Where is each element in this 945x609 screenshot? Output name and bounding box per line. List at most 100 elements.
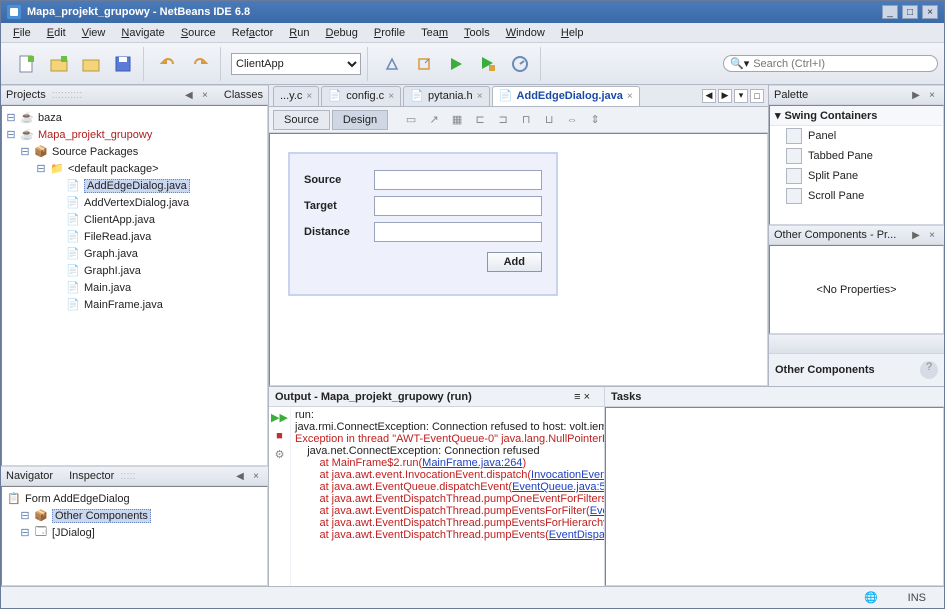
- globe-icon[interactable]: 🌐: [864, 591, 878, 604]
- tab-prev-icon[interactable]: ◀: [702, 89, 716, 103]
- menu-profile[interactable]: Profile: [366, 25, 413, 41]
- close-icon[interactable]: ×: [477, 91, 483, 102]
- design-toggle[interactable]: Design: [332, 110, 388, 130]
- tree-file-addvertex[interactable]: AddVertexDialog.java: [84, 197, 189, 209]
- tree-node-baza[interactable]: baza: [38, 112, 62, 124]
- center-v-icon[interactable]: ⇕: [586, 111, 604, 129]
- tab-pytania[interactable]: 📄pytania.h×: [403, 86, 490, 106]
- input-distance[interactable]: [374, 222, 542, 242]
- menu-team[interactable]: Team: [413, 25, 456, 41]
- open-button[interactable]: [77, 50, 105, 78]
- menu-view[interactable]: View: [74, 25, 114, 41]
- align-left-icon[interactable]: ⊏: [471, 111, 489, 129]
- tree-file-graphi[interactable]: GraphI.java: [84, 265, 141, 277]
- center-h-icon[interactable]: ⇔: [563, 111, 581, 129]
- menu-refactor[interactable]: Refactor: [224, 25, 282, 41]
- palette-min-icon[interactable]: ▶: [909, 88, 923, 102]
- inspector-tab[interactable]: Inspector: [69, 470, 114, 482]
- new-file-button[interactable]: [13, 50, 41, 78]
- props-min-icon[interactable]: ▶: [909, 228, 923, 242]
- align-bottom-icon[interactable]: ⊔: [540, 111, 558, 129]
- tree-file-main[interactable]: Main.java: [84, 282, 131, 294]
- tab-list-icon[interactable]: ▾: [734, 89, 748, 103]
- palette-close-icon[interactable]: ×: [925, 88, 939, 102]
- menu-tools[interactable]: Tools: [456, 25, 498, 41]
- palette-category[interactable]: ▾Swing Containers: [770, 106, 943, 126]
- run-icon[interactable]: ▶▶: [271, 411, 288, 424]
- menu-navigate[interactable]: Navigate: [113, 25, 172, 41]
- tree-file-clientapp[interactable]: ClientApp.java: [84, 214, 155, 226]
- maximize-button[interactable]: □: [902, 5, 918, 19]
- new-project-button[interactable]: [45, 50, 73, 78]
- close-icon[interactable]: ×: [627, 91, 633, 102]
- projects-tree[interactable]: ⊟☕baza ⊟☕Mapa_projekt_grupowy ⊟📦Source P…: [1, 105, 268, 466]
- output-opts-icon[interactable]: ≡ ×: [574, 391, 590, 403]
- projects-min-icon[interactable]: ◀: [182, 88, 196, 102]
- tab-next-icon[interactable]: ▶: [718, 89, 732, 103]
- save-all-button[interactable]: [109, 50, 137, 78]
- projects-close-icon[interactable]: ×: [198, 88, 212, 102]
- add-button[interactable]: Add: [487, 252, 542, 272]
- tab-addedge[interactable]: 📄AddEdgeDialog.java×: [492, 86, 640, 106]
- profile-button[interactable]: [506, 50, 534, 78]
- close-icon[interactable]: ×: [388, 91, 394, 102]
- output-text[interactable]: run:java.rmi.ConnectException: Connectio…: [291, 407, 604, 586]
- source-toggle[interactable]: Source: [273, 110, 330, 130]
- align-top-icon[interactable]: ⊓: [517, 111, 535, 129]
- run-config-select[interactable]: ClientApp: [231, 53, 361, 75]
- align-right-icon[interactable]: ⊐: [494, 111, 512, 129]
- run-button[interactable]: [442, 50, 470, 78]
- menu-help[interactable]: Help: [553, 25, 592, 41]
- palette-panel[interactable]: Panel: [770, 126, 943, 146]
- tree-node-srcpkg[interactable]: Source Packages: [52, 146, 138, 158]
- stop-icon[interactable]: ■: [276, 430, 283, 442]
- tree-node-project[interactable]: Mapa_projekt_grupowy: [38, 129, 152, 141]
- tree-node-defpkg[interactable]: <default package>: [68, 163, 159, 175]
- tree-file-fileread[interactable]: FileRead.java: [84, 231, 151, 243]
- minimize-button[interactable]: _: [882, 5, 898, 19]
- tree-file-addedge[interactable]: AddEdgeDialog.java: [84, 179, 190, 193]
- menu-run[interactable]: Run: [281, 25, 317, 41]
- close-button[interactable]: ×: [922, 5, 938, 19]
- preview-icon[interactable]: ▦: [448, 111, 466, 129]
- tree-file-mainframe[interactable]: MainFrame.java: [84, 299, 163, 311]
- quick-search[interactable]: 🔍▾: [723, 55, 938, 72]
- close-icon[interactable]: ×: [306, 91, 312, 102]
- tab-yc[interactable]: ...y.c×: [273, 86, 319, 106]
- tab-max-icon[interactable]: □: [750, 89, 764, 103]
- palette-scrollpane[interactable]: Scroll Pane: [770, 186, 943, 206]
- tree-file-graph[interactable]: Graph.java: [84, 248, 138, 260]
- menu-edit[interactable]: Edit: [39, 25, 74, 41]
- help-icon[interactable]: ?: [920, 361, 938, 379]
- navigator-tab[interactable]: Navigator: [6, 470, 53, 482]
- selection-mode-icon[interactable]: ▭: [402, 111, 420, 129]
- menu-window[interactable]: Window: [498, 25, 553, 41]
- palette-list[interactable]: ▾Swing Containers Panel Tabbed Pane Spli…: [769, 105, 944, 225]
- nav-min-icon[interactable]: ◀: [233, 469, 247, 483]
- connection-mode-icon[interactable]: ↗: [425, 111, 443, 129]
- form-panel[interactable]: Source Target Distance Add: [288, 152, 558, 296]
- nav-close-icon[interactable]: ×: [249, 469, 263, 483]
- tab-config[interactable]: 📄config.c×: [321, 86, 401, 106]
- palette-tabbedpane[interactable]: Tabbed Pane: [770, 146, 943, 166]
- inspector-tree[interactable]: 📋Form AddEdgeDialog ⊟📦Other Components ⊟…: [1, 486, 268, 586]
- input-source[interactable]: [374, 170, 542, 190]
- inspector-jdialog[interactable]: [JDialog]: [52, 527, 95, 539]
- inspector-form[interactable]: Form AddEdgeDialog: [25, 493, 130, 505]
- inspector-other[interactable]: Other Components: [52, 509, 151, 523]
- menu-file[interactable]: File: [5, 25, 39, 41]
- gui-designer[interactable]: Source Target Distance Add: [269, 133, 768, 386]
- debug-button[interactable]: [474, 50, 502, 78]
- classes-tab[interactable]: Classes: [224, 89, 263, 101]
- redo-button[interactable]: [186, 50, 214, 78]
- props-close-icon[interactable]: ×: [925, 228, 939, 242]
- menu-debug[interactable]: Debug: [317, 25, 365, 41]
- settings-icon[interactable]: ⚙: [275, 448, 285, 461]
- projects-tab[interactable]: Projects: [6, 89, 46, 101]
- undo-button[interactable]: [154, 50, 182, 78]
- clean-build-button[interactable]: [410, 50, 438, 78]
- menu-source[interactable]: Source: [173, 25, 224, 41]
- input-target[interactable]: [374, 196, 542, 216]
- search-input[interactable]: [753, 58, 923, 70]
- build-button[interactable]: [378, 50, 406, 78]
